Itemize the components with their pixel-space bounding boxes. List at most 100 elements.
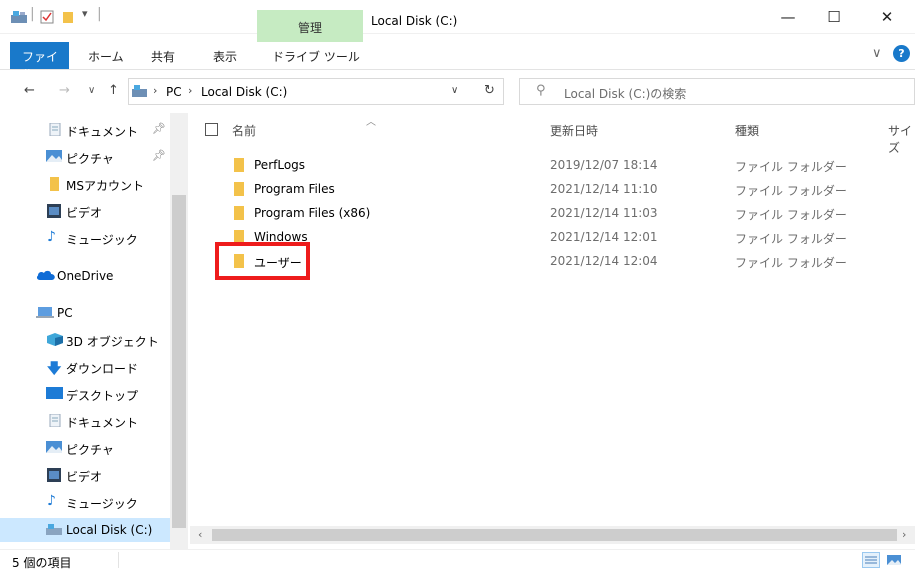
nav-item-label: ドキュメント: [66, 416, 139, 430]
table-row[interactable]: Program Files (x86) 2021/12/14 11:03 ファイ…: [190, 201, 915, 225]
nav-item-label: ミュージック: [66, 497, 138, 511]
divider: [118, 552, 119, 568]
nav-scrollbar-thumb[interactable]: [172, 195, 186, 528]
desktop-icon: [46, 387, 63, 400]
file-name: Program Files (x86): [254, 206, 371, 220]
nav-item-downloads[interactable]: 🡇 ダウンロード: [0, 355, 170, 379]
tab-share[interactable]: 共有: [151, 48, 175, 65]
details-view-icon[interactable]: [862, 552, 880, 568]
nav-item-label: ピクチャ: [66, 152, 114, 166]
qat-dropdown-icon[interactable]: ▾: [82, 7, 88, 20]
folder-icon: [48, 177, 64, 191]
search-box[interactable]: ⚲ Local Disk (C:)の検索: [519, 78, 915, 105]
refresh-icon[interactable]: ↻: [484, 83, 495, 98]
file-type: ファイル フォルダー: [735, 208, 847, 222]
file-list: 名前 ︿ 更新日時 種類 サイズ PerfLogs 2019/12/07 18:…: [190, 113, 915, 549]
nav-item-label: ドキュメント: [66, 125, 139, 139]
nav-item-3d-objects[interactable]: 3D オブジェクト: [0, 328, 170, 352]
help-icon[interactable]: ?: [893, 45, 910, 62]
pin-icon[interactable]: 📌︎: [152, 149, 166, 162]
back-arrow-icon[interactable]: ←: [24, 83, 35, 98]
nav-item-label: ピクチャ: [66, 443, 114, 457]
tab-view[interactable]: 表示: [213, 48, 237, 65]
file-type: ファイル フォルダー: [735, 184, 847, 198]
chevron-right-icon: ›: [153, 84, 158, 97]
file-type: ファイル フォルダー: [735, 256, 847, 270]
chevron-down-icon[interactable]: ∨: [451, 85, 458, 96]
column-header-date[interactable]: 更新日時: [550, 122, 598, 139]
address-bar[interactable]: › PC › Local Disk (C:) ∨ ↻: [128, 78, 504, 105]
nav-item-ms-account[interactable]: MSアカウント: [0, 172, 170, 196]
search-placeholder[interactable]: Local Disk (C:)の検索: [564, 85, 686, 102]
tab-manage[interactable]: 管理: [257, 10, 363, 42]
column-header-type[interactable]: 種類: [735, 122, 759, 139]
pictures-icon: [46, 150, 62, 163]
window-title: Local Disk (C:): [371, 14, 458, 28]
nav-item-music-2[interactable]: ♪ ミュージック: [0, 490, 170, 514]
music-icon: ♪: [47, 229, 56, 245]
nav-item-pictures-2[interactable]: ピクチャ: [0, 436, 170, 460]
tab-drive-tools[interactable]: ドライブ ツール: [272, 48, 360, 65]
onedrive-icon: [36, 269, 56, 282]
download-arrow-icon: 🡇: [47, 361, 62, 377]
nav-item-label: Local Disk (C:): [66, 523, 153, 537]
up-arrow-icon[interactable]: ↑: [108, 83, 119, 98]
folder-icon: [234, 206, 244, 220]
nav-item-label: デスクトップ: [66, 389, 139, 403]
table-row[interactable]: Program Files 2021/12/14 11:10 ファイル フォルダ…: [190, 177, 915, 201]
nav-item-label: OneDrive: [57, 269, 114, 283]
close-button[interactable]: ✕: [864, 0, 910, 34]
3d-objects-icon: [47, 333, 63, 346]
expand-ribbon-icon[interactable]: ∨: [872, 46, 882, 61]
tab-home[interactable]: ホーム: [88, 48, 124, 65]
nav-item-pictures[interactable]: ピクチャ 📌︎: [0, 145, 170, 169]
nav-item-label: ビデオ: [66, 206, 103, 220]
file-date: 2021/12/14 11:10: [550, 182, 658, 196]
sort-ascending-icon: ︿: [366, 117, 376, 128]
file-name: PerfLogs: [254, 158, 306, 172]
nav-item-music[interactable]: ♪ ミュージック: [0, 226, 170, 250]
select-all-checkbox[interactable]: [205, 123, 218, 136]
minimize-button[interactable]: —: [765, 0, 811, 34]
recent-locations-icon[interactable]: ∨: [88, 85, 95, 96]
large-icons-view-icon[interactable]: [886, 553, 902, 570]
column-header-name[interactable]: 名前: [232, 122, 256, 139]
forward-arrow-icon[interactable]: →: [59, 83, 70, 98]
file-date: 2021/12/14 12:04: [550, 254, 658, 268]
pc-icon: [132, 85, 148, 101]
navigation-pane: ドキュメント 📌︎ ⌃ ピクチャ 📌︎ MSアカウント ビデオ ♪ ミュージック…: [0, 113, 188, 549]
file-name: Program Files: [254, 182, 335, 196]
folder-icon: [234, 182, 244, 196]
file-date: 2021/12/14 12:01: [550, 230, 658, 244]
table-row[interactable]: PerfLogs 2019/12/07 18:14 ファイル フォルダー: [190, 153, 915, 177]
nav-item-documents-2[interactable]: ドキュメント: [0, 409, 170, 433]
tab-file[interactable]: ファイル: [10, 42, 69, 81]
nav-item-videos-2[interactable]: ビデオ: [0, 463, 170, 487]
nav-item-onedrive[interactable]: OneDrive: [0, 264, 170, 288]
scroll-left-icon[interactable]: ‹: [198, 528, 202, 541]
nav-item-label: ミュージック: [66, 233, 138, 247]
nav-item-local-disk[interactable]: Local Disk (C:): [0, 518, 170, 542]
nav-item-pc[interactable]: PC: [0, 301, 170, 325]
breadcrumb-pc[interactable]: PC: [166, 85, 182, 99]
pin-icon[interactable]: 📌︎: [152, 122, 166, 135]
column-header-size[interactable]: サイズ: [888, 122, 915, 156]
horizontal-scrollbar-thumb[interactable]: [212, 529, 897, 541]
ribbon-tabs: ファイル ホーム 共有 表示 ドライブ ツール ∨ ?: [0, 42, 915, 81]
nav-item-label: ダウンロード: [66, 362, 139, 376]
new-folder-icon[interactable]: [62, 10, 74, 27]
scroll-right-icon[interactable]: ›: [902, 528, 906, 541]
documents-icon: [48, 413, 64, 428]
nav-item-videos[interactable]: ビデオ: [0, 199, 170, 223]
file-date: 2019/12/07 18:14: [550, 158, 658, 172]
nav-item-documents[interactable]: ドキュメント 📌︎: [0, 118, 170, 142]
properties-icon[interactable]: [40, 10, 54, 27]
file-type: ファイル フォルダー: [735, 232, 847, 246]
nav-item-label: ビデオ: [66, 470, 103, 484]
maximize-button[interactable]: ☐: [811, 0, 857, 34]
videos-icon: [47, 468, 63, 482]
file-type: ファイル フォルダー: [735, 160, 847, 174]
status-bar: 5 個の項目: [0, 549, 915, 572]
nav-item-desktop[interactable]: デスクトップ: [0, 382, 170, 406]
breadcrumb-local-disk[interactable]: Local Disk (C:): [201, 85, 287, 99]
